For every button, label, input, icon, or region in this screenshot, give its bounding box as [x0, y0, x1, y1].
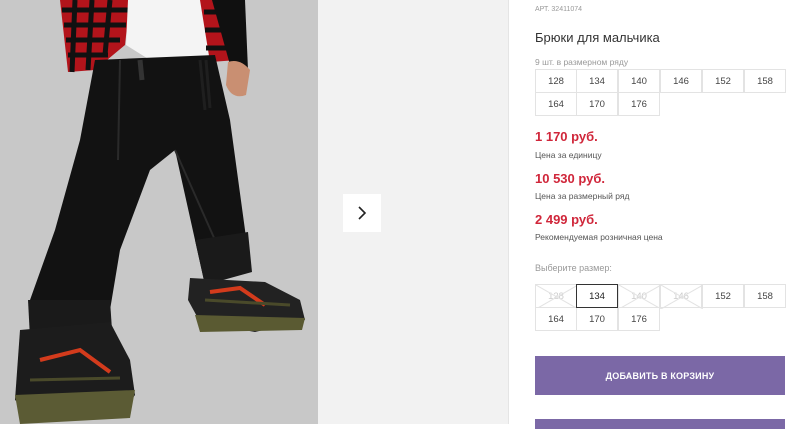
- size-set-grid: 128 134 140 146 152 158 164 170 176: [535, 69, 787, 117]
- article-number: АРТ. 32411074: [535, 6, 583, 13]
- size-set-cell: 176: [618, 92, 660, 116]
- size-option-164[interactable]: 164: [535, 307, 577, 331]
- size-option-152[interactable]: 152: [702, 284, 744, 308]
- price-set: 10 530 руб.: [535, 171, 606, 186]
- next-photo-button[interactable]: [343, 194, 381, 232]
- price-retail-label: Рекомендуемая розничная цена: [535, 232, 663, 242]
- product-title: Брюки для мальчика: [535, 30, 660, 45]
- chevron-right-icon: [358, 206, 367, 220]
- price-set-label: Цена за размерный ряд: [535, 191, 630, 201]
- product-photo-illustration: [0, 0, 318, 424]
- size-set-cell: 128: [535, 69, 577, 93]
- size-set-cell: 152: [702, 69, 744, 93]
- unavailable-cross-icon: [619, 285, 661, 309]
- size-set-label: 9 шт. в размерном ряду: [535, 57, 629, 67]
- product-photo[interactable]: [0, 0, 318, 424]
- size-option-170[interactable]: 170: [576, 307, 618, 331]
- size-option-176[interactable]: 176: [618, 307, 660, 331]
- size-set-cell: 146: [660, 69, 702, 93]
- price-unit-label: Цена за единицу: [535, 150, 602, 160]
- product-gallery: [0, 0, 508, 424]
- size-set-cell: 140: [618, 69, 660, 93]
- add-to-cart-button[interactable]: ДОБАВИТЬ В КОРЗИНУ: [535, 356, 785, 395]
- size-option-158[interactable]: 158: [744, 284, 786, 308]
- choose-size-label: Выберите размер:: [535, 263, 612, 273]
- size-option-128: 128: [535, 284, 578, 309]
- size-set-cell: 158: [744, 69, 786, 93]
- size-option-134[interactable]: 134: [576, 284, 618, 308]
- price-retail: 2 499 руб.: [535, 212, 598, 227]
- unavailable-cross-icon: [536, 285, 578, 309]
- size-set-cell: 170: [576, 92, 618, 116]
- secondary-action-button[interactable]: [535, 419, 785, 429]
- size-set-cell: 164: [535, 92, 577, 116]
- gallery-divider: [508, 0, 509, 424]
- size-option-146: 146: [660, 284, 703, 309]
- unavailable-cross-icon: [661, 285, 703, 309]
- size-picker-grid: 128 134 140 146 152 158 164 170 176: [535, 284, 787, 332]
- size-set-cell: 134: [576, 69, 618, 93]
- price-unit: 1 170 руб.: [535, 129, 598, 144]
- size-option-140: 140: [618, 284, 661, 309]
